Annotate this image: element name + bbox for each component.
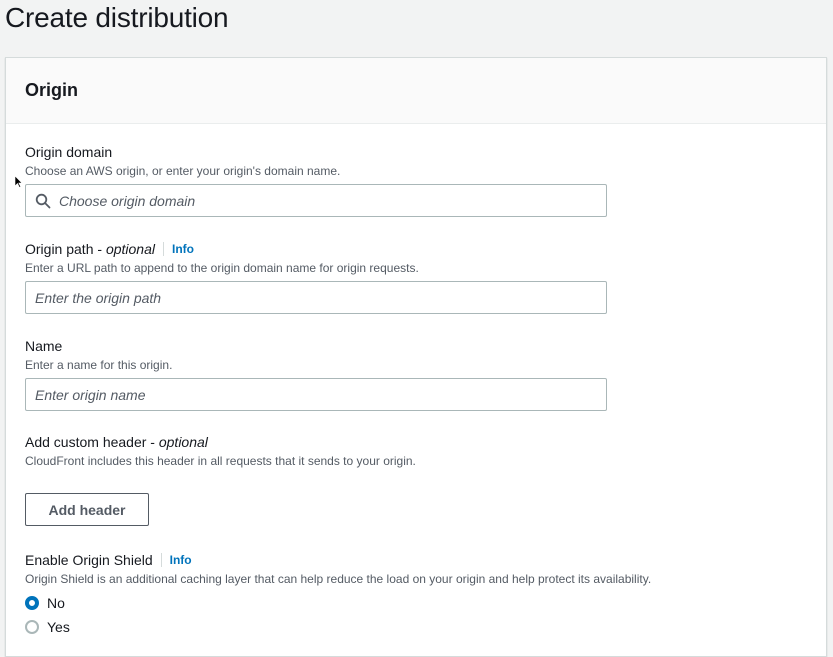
origin-path-label-text: Origin path - — [25, 241, 103, 257]
origin-path-optional: optional — [105, 241, 155, 257]
mouse-cursor-icon — [15, 176, 23, 188]
origin-path-field: Origin path - optional Info Enter a URL … — [25, 240, 607, 314]
origin-path-description: Enter a URL path to append to the origin… — [25, 261, 419, 275]
origin-path-placeholder: Enter the origin path — [35, 289, 162, 306]
origin-panel: Origin Origin domain Choose an AWS origi… — [5, 57, 827, 657]
custom-header-description: CloudFront includes this header in all r… — [25, 454, 416, 468]
origin-shield-label: Enable Origin Shield Info — [25, 551, 651, 569]
custom-header-field: Add custom header - optional CloudFront … — [25, 433, 416, 526]
radio-unchecked-icon[interactable] — [25, 620, 39, 634]
origin-name-label: Name — [25, 338, 63, 354]
custom-header-optional: optional — [158, 434, 208, 450]
origin-panel-header: Origin — [6, 58, 826, 124]
origin-shield-label-text: Enable Origin Shield — [25, 552, 153, 568]
origin-domain-placeholder: Choose origin domain — [59, 192, 196, 209]
origin-path-input[interactable]: Enter the origin path — [25, 281, 607, 314]
origin-name-field: Name Enter a name for this origin. Enter… — [25, 337, 607, 411]
search-icon — [35, 193, 51, 209]
origin-shield-option-no[interactable]: No — [25, 593, 651, 613]
origin-name-description: Enter a name for this origin. — [25, 358, 173, 372]
custom-header-label: Add custom header - optional — [25, 433, 416, 451]
origin-name-placeholder: Enter origin name — [35, 386, 146, 403]
origin-shield-info-link[interactable]: Info — [160, 553, 192, 567]
origin-domain-field: Origin domain Choose an AWS origin, or e… — [25, 143, 607, 217]
origin-domain-description: Choose an AWS origin, or enter your orig… — [25, 164, 341, 178]
origin-path-info-link[interactable]: Info — [162, 242, 194, 256]
origin-shield-option-yes[interactable]: Yes — [25, 617, 651, 637]
add-header-button[interactable]: Add header — [25, 493, 149, 526]
origin-shield-field: Enable Origin Shield Info Origin Shield … — [25, 551, 651, 637]
origin-name-input[interactable]: Enter origin name — [25, 378, 607, 411]
origin-shield-option-no-label: No — [47, 595, 65, 611]
page-title: Create distribution — [5, 2, 229, 33]
origin-shield-option-yes-label: Yes — [47, 619, 70, 635]
custom-header-label-text: Add custom header - — [25, 434, 155, 450]
origin-domain-select[interactable]: Choose origin domain — [25, 184, 607, 217]
origin-domain-label: Origin domain — [25, 144, 113, 160]
origin-path-label: Origin path - optional Info — [25, 240, 607, 258]
origin-shield-description: Origin Shield is an additional caching l… — [25, 572, 652, 586]
radio-checked-icon[interactable] — [25, 596, 39, 610]
origin-section-title: Origin — [25, 80, 78, 100]
